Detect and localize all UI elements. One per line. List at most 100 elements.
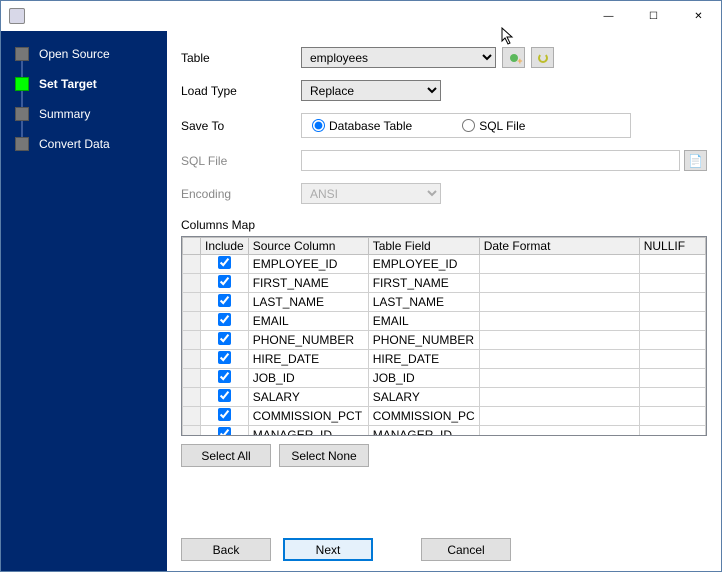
nullif-cell[interactable] <box>639 407 705 426</box>
table-field-cell[interactable]: HIRE_DATE <box>368 350 479 369</box>
select-none-button[interactable]: Select None <box>279 444 369 467</box>
wizard-step-set-target[interactable]: Set Target <box>1 69 167 99</box>
include-checkbox[interactable] <box>218 332 231 345</box>
table-row[interactable]: PHONE_NUMBERPHONE_NUMBER <box>183 331 706 350</box>
nullif-cell[interactable] <box>639 293 705 312</box>
sqlfile-label: SQL File <box>181 154 301 168</box>
date-format-cell[interactable] <box>479 369 639 388</box>
minimize-button[interactable]: — <box>586 1 631 31</box>
refresh-tables-button[interactable] <box>531 47 554 68</box>
date-format-cell[interactable] <box>479 426 639 437</box>
step-label: Set Target <box>39 77 97 91</box>
row-handle[interactable] <box>183 388 201 407</box>
table-row[interactable]: LAST_NAMELAST_NAME <box>183 293 706 312</box>
row-handle[interactable] <box>183 312 201 331</box>
table-field-cell[interactable]: MANAGER_ID <box>368 426 479 437</box>
source-column-cell[interactable]: COMMISSION_PCT <box>248 407 368 426</box>
nullif-cell[interactable] <box>639 369 705 388</box>
nullif-cell[interactable] <box>639 312 705 331</box>
row-handle[interactable] <box>183 331 201 350</box>
row-handle[interactable] <box>183 426 201 437</box>
table-row[interactable]: FIRST_NAMEFIRST_NAME <box>183 274 706 293</box>
table-row[interactable]: HIRE_DATEHIRE_DATE <box>183 350 706 369</box>
date-format-cell[interactable] <box>479 274 639 293</box>
include-checkbox[interactable] <box>218 370 231 383</box>
include-checkbox[interactable] <box>218 313 231 326</box>
table-row[interactable]: MANAGER_IDMANAGER_ID <box>183 426 706 437</box>
step-marker-icon <box>15 137 29 151</box>
table-select[interactable]: employees <box>301 47 496 68</box>
table-field-cell[interactable]: EMAIL <box>368 312 479 331</box>
row-handle[interactable] <box>183 293 201 312</box>
date-format-cell[interactable] <box>479 407 639 426</box>
include-checkbox[interactable] <box>218 351 231 364</box>
row-handle[interactable] <box>183 274 201 293</box>
saveto-database-radio[interactable]: Database Table <box>312 119 412 133</box>
source-column-cell[interactable]: EMPLOYEE_ID <box>248 255 368 274</box>
col-format-header[interactable]: Date Format <box>479 238 639 255</box>
source-column-cell[interactable]: PHONE_NUMBER <box>248 331 368 350</box>
source-column-cell[interactable]: SALARY <box>248 388 368 407</box>
row-handle[interactable] <box>183 407 201 426</box>
table-row[interactable]: JOB_IDJOB_ID <box>183 369 706 388</box>
close-button[interactable]: ✕ <box>676 1 721 31</box>
date-format-cell[interactable] <box>479 255 639 274</box>
include-checkbox[interactable] <box>218 275 231 288</box>
source-column-cell[interactable]: MANAGER_ID <box>248 426 368 437</box>
source-column-cell[interactable]: JOB_ID <box>248 369 368 388</box>
maximize-button[interactable]: ☐ <box>631 1 676 31</box>
table-field-cell[interactable]: FIRST_NAME <box>368 274 479 293</box>
main-panel: Table employees Load Type Replace Save T… <box>167 31 721 571</box>
columns-map-title: Columns Map <box>181 218 707 232</box>
nullif-cell[interactable] <box>639 255 705 274</box>
nullif-cell[interactable] <box>639 426 705 437</box>
table-row[interactable]: SALARYSALARY <box>183 388 706 407</box>
date-format-cell[interactable] <box>479 331 639 350</box>
col-nullif-header[interactable]: NULLIF <box>639 238 705 255</box>
date-format-cell[interactable] <box>479 388 639 407</box>
select-all-button[interactable]: Select All <box>181 444 271 467</box>
table-field-cell[interactable]: JOB_ID <box>368 369 479 388</box>
include-checkbox[interactable] <box>218 256 231 269</box>
row-handle[interactable] <box>183 255 201 274</box>
table-row[interactable]: EMAILEMAIL <box>183 312 706 331</box>
source-column-cell[interactable]: FIRST_NAME <box>248 274 368 293</box>
source-column-cell[interactable]: LAST_NAME <box>248 293 368 312</box>
table-field-cell[interactable]: SALARY <box>368 388 479 407</box>
browse-sqlfile-button[interactable]: 📄 <box>684 150 707 171</box>
include-checkbox[interactable] <box>218 408 231 421</box>
table-field-cell[interactable]: COMMISSION_PC <box>368 407 479 426</box>
nullif-cell[interactable] <box>639 388 705 407</box>
table-field-cell[interactable]: LAST_NAME <box>368 293 479 312</box>
back-button[interactable]: Back <box>181 538 271 561</box>
nullif-cell[interactable] <box>639 274 705 293</box>
include-checkbox[interactable] <box>218 294 231 307</box>
loadtype-select[interactable]: Replace <box>301 80 441 101</box>
cancel-button[interactable]: Cancel <box>421 538 511 561</box>
wizard-step-convert-data[interactable]: Convert Data <box>1 129 167 159</box>
table-row[interactable]: COMMISSION_PCTCOMMISSION_PC <box>183 407 706 426</box>
date-format-cell[interactable] <box>479 350 639 369</box>
create-table-button[interactable] <box>502 47 525 68</box>
saveto-sqlfile-radio[interactable]: SQL File <box>462 119 525 133</box>
table-row[interactable]: EMPLOYEE_IDEMPLOYEE_ID <box>183 255 706 274</box>
date-format-cell[interactable] <box>479 312 639 331</box>
nullif-cell[interactable] <box>639 331 705 350</box>
col-source-header[interactable]: Source Column <box>248 238 368 255</box>
col-include-header[interactable]: Include <box>201 238 249 255</box>
wizard-step-summary[interactable]: Summary <box>1 99 167 129</box>
col-target-header[interactable]: Table Field <box>368 238 479 255</box>
wizard-step-open-source[interactable]: Open Source <box>1 39 167 69</box>
date-format-cell[interactable] <box>479 293 639 312</box>
row-handle[interactable] <box>183 369 201 388</box>
source-column-cell[interactable]: HIRE_DATE <box>248 350 368 369</box>
row-handle[interactable] <box>183 350 201 369</box>
table-field-cell[interactable]: EMPLOYEE_ID <box>368 255 479 274</box>
nullif-cell[interactable] <box>639 350 705 369</box>
next-button[interactable]: Next <box>283 538 373 561</box>
columns-grid[interactable]: Include Source Column Table Field Date F… <box>181 236 707 436</box>
source-column-cell[interactable]: EMAIL <box>248 312 368 331</box>
include-checkbox[interactable] <box>218 389 231 402</box>
table-field-cell[interactable]: PHONE_NUMBER <box>368 331 479 350</box>
include-checkbox[interactable] <box>218 427 231 436</box>
